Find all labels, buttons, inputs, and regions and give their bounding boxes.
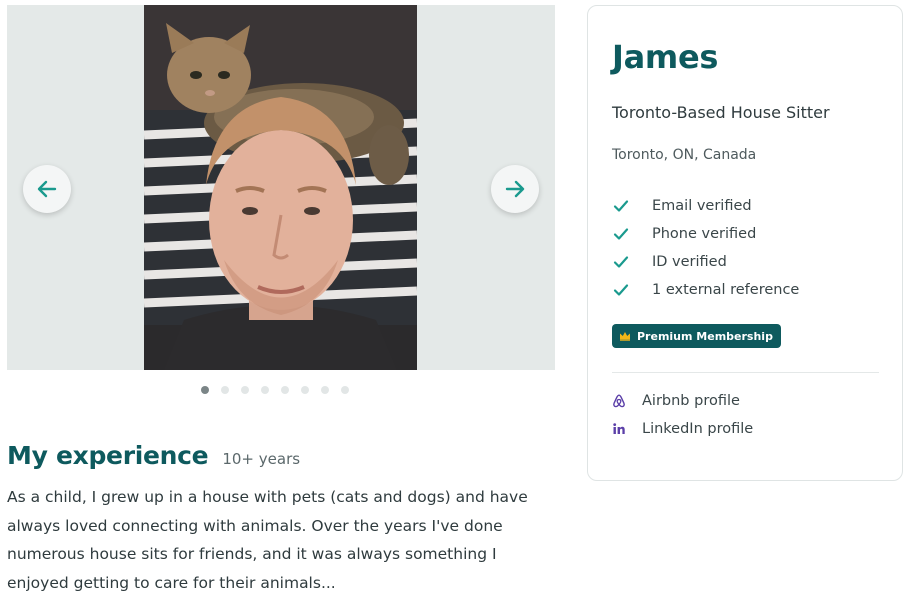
carousel-dot[interactable] bbox=[261, 386, 269, 394]
profile-photo bbox=[144, 5, 417, 370]
photo-carousel bbox=[7, 5, 555, 370]
badge-label: Premium Membership bbox=[637, 329, 773, 343]
crown-icon bbox=[620, 332, 630, 341]
linkedin-icon bbox=[612, 422, 642, 436]
sitter-location: Toronto, ON, Canada bbox=[612, 147, 757, 163]
airbnb-profile-link[interactable]: Airbnb profile bbox=[612, 387, 753, 415]
verification-item: 1 external reference bbox=[612, 276, 799, 304]
experience-description: As a child, I grew up in a house with pe… bbox=[7, 488, 528, 592]
link-label: Airbnb profile bbox=[642, 393, 740, 409]
card-divider bbox=[612, 372, 879, 373]
carousel-dot[interactable] bbox=[321, 386, 329, 394]
verification-item: Email verified bbox=[612, 192, 799, 220]
external-profile-links: Airbnb profile LinkedIn profile bbox=[612, 387, 753, 443]
carousel-dot[interactable] bbox=[241, 386, 249, 394]
premium-membership-badge: Premium Membership bbox=[612, 324, 781, 348]
airbnb-icon bbox=[612, 394, 642, 408]
arrow-left-icon bbox=[37, 180, 57, 198]
verification-list: Email verified Phone verified ID verifie… bbox=[612, 192, 799, 304]
verification-item: Phone verified bbox=[612, 220, 799, 248]
carousel-dot[interactable] bbox=[201, 386, 209, 394]
check-icon bbox=[612, 281, 652, 299]
carousel-pagination bbox=[201, 386, 349, 394]
carousel-dot[interactable] bbox=[341, 386, 349, 394]
carousel-dot[interactable] bbox=[301, 386, 309, 394]
verification-label: ID verified bbox=[652, 254, 727, 270]
next-photo-button[interactable] bbox=[491, 165, 539, 213]
check-icon bbox=[612, 253, 652, 271]
profile-card: James Toronto-Based House Sitter Toronto… bbox=[587, 5, 903, 481]
verification-label: Email verified bbox=[652, 198, 752, 214]
link-label: LinkedIn profile bbox=[642, 421, 754, 437]
carousel-dot[interactable] bbox=[281, 386, 289, 394]
sitter-name: James bbox=[612, 38, 719, 76]
carousel-dot[interactable] bbox=[221, 386, 229, 394]
previous-photo-button[interactable] bbox=[23, 165, 71, 213]
linkedin-profile-link[interactable]: LinkedIn profile bbox=[612, 415, 753, 443]
verification-label: 1 external reference bbox=[652, 282, 800, 298]
verification-label: Phone verified bbox=[652, 226, 757, 242]
check-icon bbox=[612, 197, 652, 215]
experience-years: 10+ years bbox=[222, 450, 301, 468]
experience-title: My experience bbox=[7, 441, 209, 470]
arrow-right-icon bbox=[505, 180, 525, 198]
check-icon bbox=[612, 225, 652, 243]
verification-item: ID verified bbox=[612, 248, 799, 276]
sitter-tagline: Toronto-Based House Sitter bbox=[612, 103, 830, 122]
experience-header: My experience 10+ years bbox=[7, 441, 300, 470]
